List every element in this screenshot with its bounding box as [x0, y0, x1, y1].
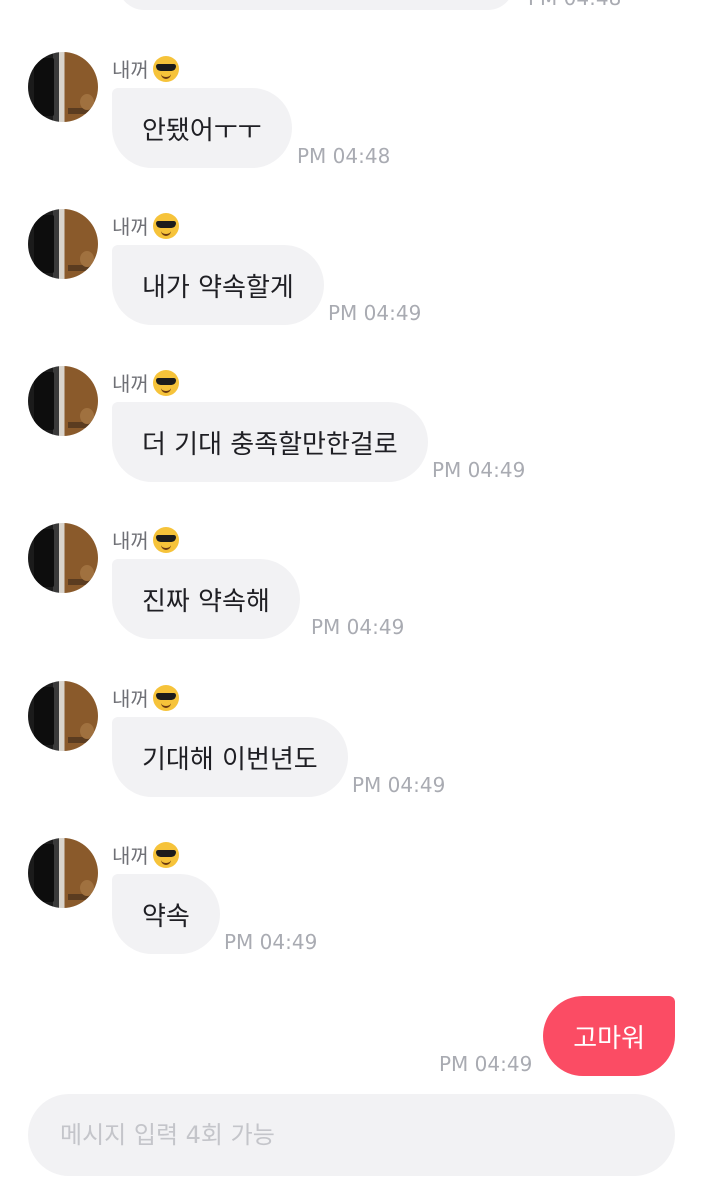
- sender-name: 내꺼: [112, 525, 179, 554]
- message-bubble[interactable]: 진짜 약속해: [112, 559, 300, 639]
- message-input[interactable]: [58, 1120, 675, 1150]
- sender-name-label: 내꺼: [112, 687, 149, 711]
- sender-name: 내꺼: [112, 368, 179, 397]
- message-time: PM 04:49: [432, 458, 526, 482]
- message-bubble[interactable]: 더 기대 충족할만한걸로: [112, 402, 428, 482]
- avatar[interactable]: [28, 681, 98, 751]
- sender-name: 내꺼: [112, 211, 179, 240]
- message-time: PM 04:48: [297, 144, 391, 168]
- message-bubble[interactable]: 약속: [112, 874, 220, 954]
- incoming-message: 내꺼 안됐어ㅜㅜ PM 04:48: [0, 52, 703, 182]
- outgoing-message-time: PM 04:49: [439, 1052, 533, 1076]
- avatar[interactable]: [28, 52, 98, 122]
- sender-name: 내꺼: [112, 683, 179, 712]
- message-time: PM 04:49: [328, 301, 422, 325]
- avatar[interactable]: [28, 523, 98, 593]
- previous-bubble-edge: [118, 0, 514, 10]
- avatar[interactable]: [28, 366, 98, 436]
- incoming-message: 내꺼 약속 PM 04:49: [0, 838, 703, 968]
- incoming-message: 내꺼 진짜 약속해 PM 04:49: [0, 523, 703, 653]
- sender-name-label: 내꺼: [112, 215, 149, 239]
- message-bubble[interactable]: 내가 약속할게: [112, 245, 324, 325]
- message-bubble[interactable]: 기대해 이번년도: [112, 717, 348, 797]
- sunglasses-face-icon: [152, 55, 179, 82]
- avatar[interactable]: [28, 838, 98, 908]
- sender-name: 내꺼: [112, 840, 179, 869]
- message-composer[interactable]: [28, 1094, 675, 1176]
- sunglasses-face-icon: [152, 212, 179, 239]
- sunglasses-face-icon: [152, 526, 179, 553]
- previous-message-fragment: PM 04:48: [0, 0, 703, 14]
- message-time: PM 04:49: [311, 615, 405, 639]
- sender-name-label: 내꺼: [112, 372, 149, 396]
- incoming-message: 내꺼 기대해 이번년도 PM 04:49: [0, 681, 703, 811]
- previous-message-time: PM 04:48: [528, 0, 621, 10]
- message-bubble[interactable]: 안됐어ㅜㅜ: [112, 88, 292, 168]
- message-time: PM 04:49: [352, 773, 446, 797]
- incoming-message: 내꺼 더 기대 충족할만한걸로 PM 04:49: [0, 366, 703, 496]
- message-time: PM 04:49: [224, 930, 318, 954]
- sender-name-label: 내꺼: [112, 529, 149, 553]
- sunglasses-face-icon: [152, 369, 179, 396]
- sender-name-label: 내꺼: [112, 844, 149, 868]
- sunglasses-face-icon: [152, 684, 179, 711]
- incoming-message: 내꺼 내가 약속할게 PM 04:49: [0, 209, 703, 339]
- sender-name-label: 내꺼: [112, 58, 149, 82]
- sender-name: 내꺼: [112, 54, 179, 83]
- avatar[interactable]: [28, 209, 98, 279]
- sunglasses-face-icon: [152, 841, 179, 868]
- outgoing-message-bubble[interactable]: 고마워: [543, 996, 675, 1076]
